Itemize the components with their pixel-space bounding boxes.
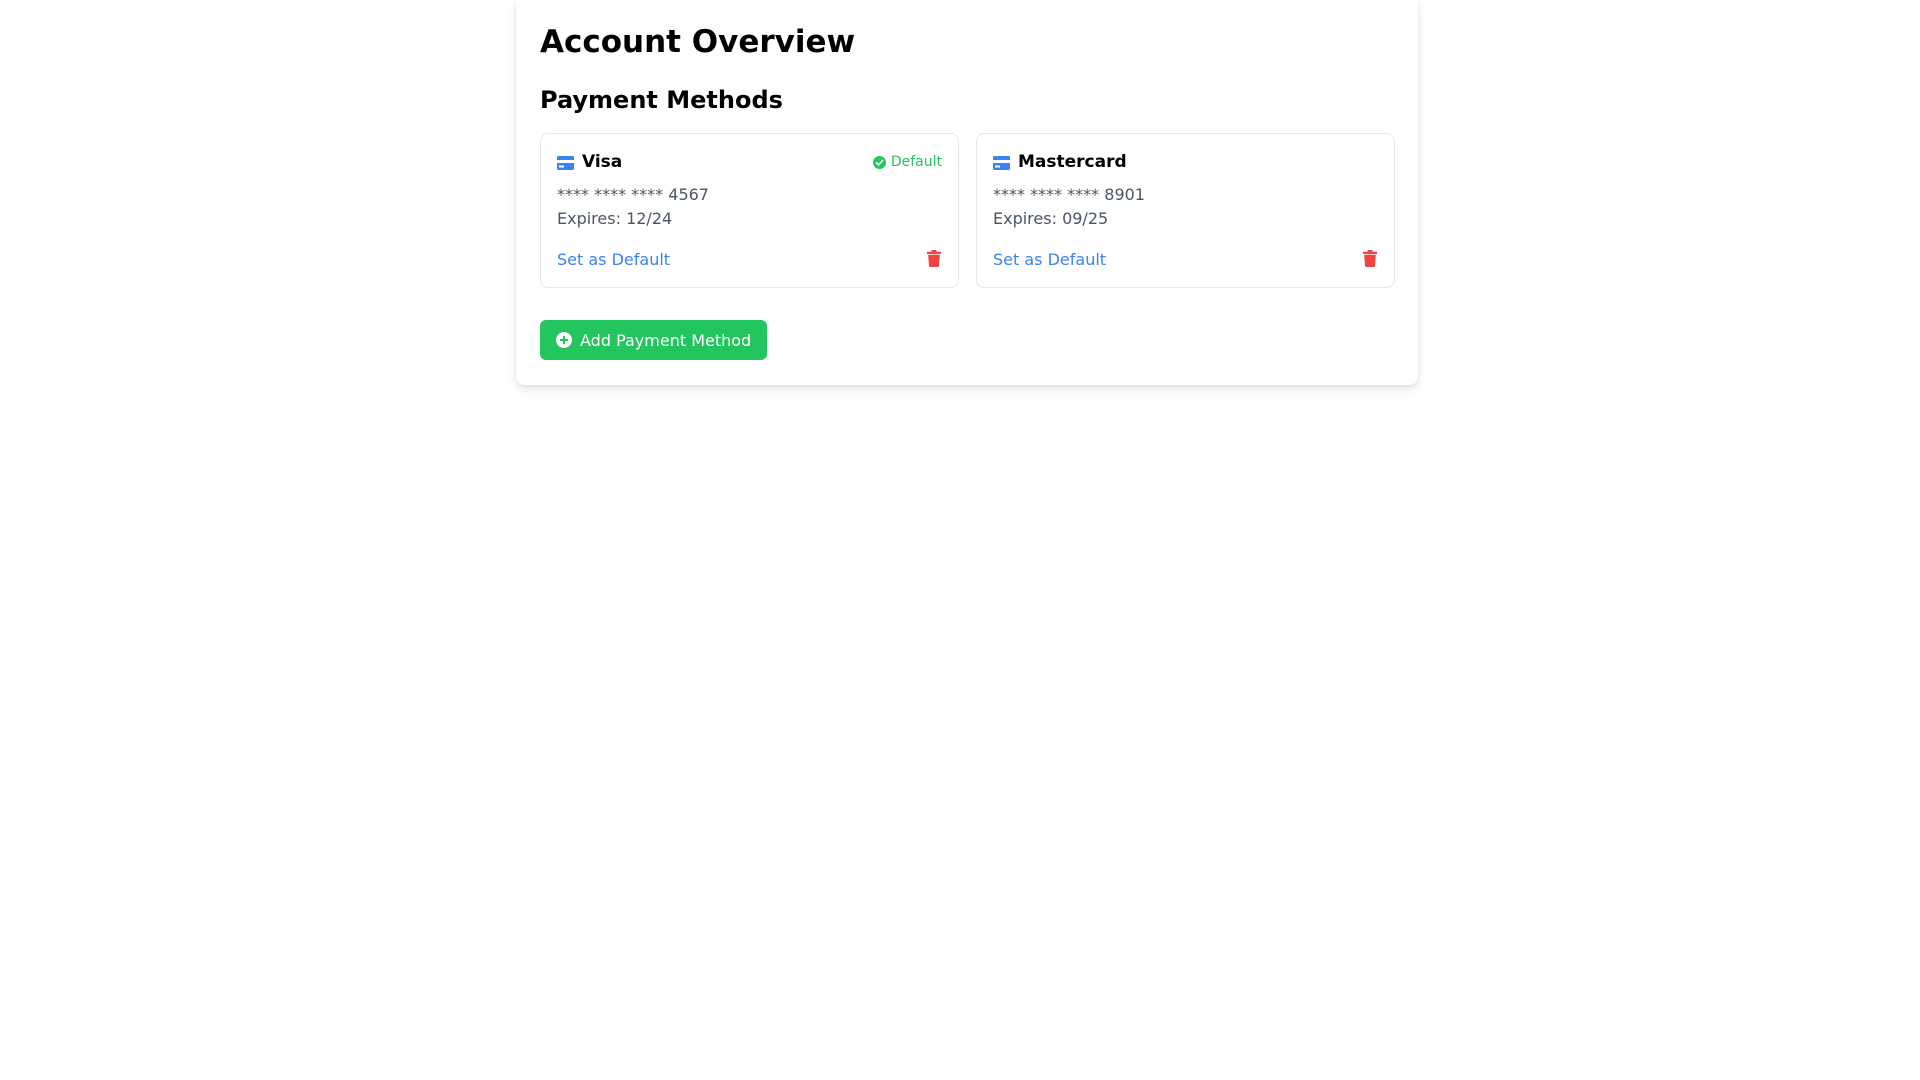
set-default-button[interactable]: Set as Default: [557, 250, 670, 269]
card-header: Mastercard: [993, 150, 1378, 174]
card-brand: Mastercard: [993, 152, 1127, 172]
check-circle-icon: [872, 155, 886, 169]
payment-card-visa: Visa Default **** **** **** 4567 Expires…: [540, 133, 959, 288]
card-brand-name: Mastercard: [1018, 152, 1127, 172]
trash-icon: [927, 249, 941, 270]
card-expiry: Expires: 12/24: [557, 209, 673, 228]
credit-card-icon: [557, 155, 574, 170]
card-expiry: Expires: 09/25: [993, 209, 1109, 228]
credit-card-icon: [993, 155, 1010, 170]
default-label: Default: [890, 154, 942, 170]
add-payment-method-label: Add Payment Method: [580, 330, 752, 350]
payment-card-mastercard: Mastercard **** **** **** 8901 Expires: …: [976, 133, 1395, 288]
card-actions: Set as Default: [557, 249, 942, 270]
delete-card-button[interactable]: [926, 249, 942, 270]
plus-circle-icon: [556, 332, 572, 348]
add-payment-method-button[interactable]: Add Payment Method: [540, 320, 768, 360]
card-number: **** **** **** 8901: [993, 185, 1145, 204]
card-brand-name: Visa: [582, 152, 623, 172]
card-brand: Visa: [557, 152, 622, 172]
account-overview-panel: Account Overview Payment Methods Visa De…: [516, 0, 1418, 385]
section-title-payment-methods: Payment Methods: [540, 86, 783, 114]
card-actions: Set as Default: [993, 249, 1378, 270]
trash-icon: [1363, 249, 1377, 270]
card-number: **** **** **** 4567: [557, 185, 709, 204]
page-title: Account Overview: [540, 24, 856, 60]
set-default-button[interactable]: Set as Default: [993, 250, 1106, 269]
payment-cards-list: Visa Default **** **** **** 4567 Expires…: [540, 133, 1395, 288]
card-header: Visa Default: [557, 150, 942, 174]
delete-card-button[interactable]: [1362, 249, 1378, 270]
default-badge: Default: [872, 154, 942, 170]
